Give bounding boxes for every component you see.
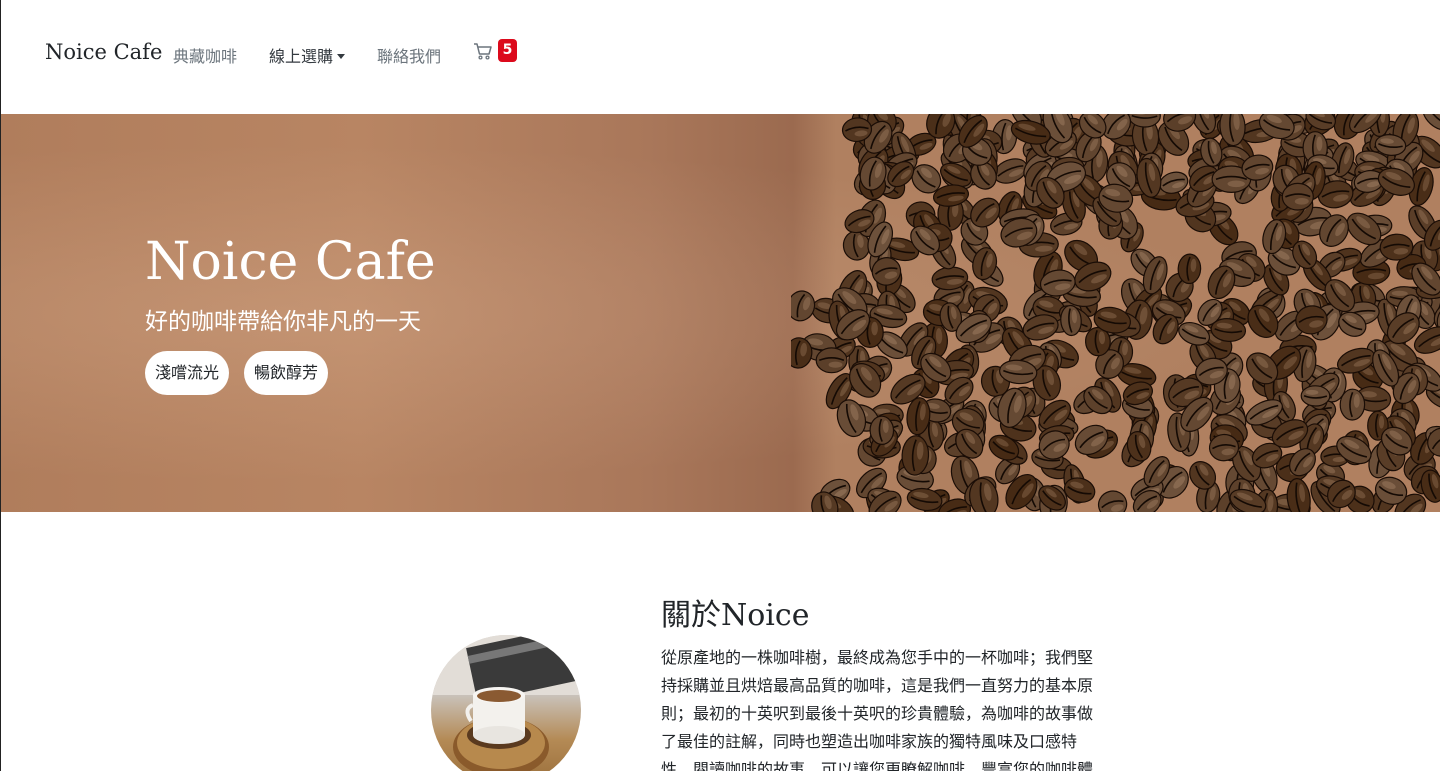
navbar: Noice Cafe 典藏咖啡 線上選購 聯絡我們 5 bbox=[1, 0, 1440, 114]
nav-link-shop-label: 線上選購 bbox=[269, 47, 334, 66]
hero-title: Noice Cafe bbox=[145, 232, 436, 292]
about-description: 從原產地的一株咖啡樹，最終成為您手中的一杯咖啡；我們堅持採購並且烘焙最高品質的咖… bbox=[661, 648, 1094, 771]
brand-logo[interactable]: Noice Cafe bbox=[45, 40, 162, 64]
coffee-beans-image bbox=[791, 114, 1440, 512]
nav-link-collection[interactable]: 典藏咖啡 bbox=[173, 43, 237, 67]
about-title: 關於Noice bbox=[661, 598, 810, 633]
nav-link-shop-dropdown[interactable]: 線上選購 bbox=[269, 43, 346, 67]
hero-button-full-roast[interactable]: 暢飲醇芳 bbox=[244, 351, 329, 395]
cart-button[interactable]: 5 bbox=[473, 39, 519, 65]
nav-link-contact[interactable]: 聯絡我們 bbox=[377, 43, 441, 67]
hero-banner: Noice Cafe 好的咖啡帶給你非凡的一天 淺嚐流光 暢飲醇芳 bbox=[1, 114, 1440, 512]
hero-subtitle: 好的咖啡帶給你非凡的一天 bbox=[145, 309, 421, 335]
caret-down-icon bbox=[337, 54, 346, 59]
cart-count-badge: 5 bbox=[498, 39, 517, 62]
about-coffee-cup-image bbox=[431, 635, 581, 771]
cart-icon bbox=[474, 43, 492, 60]
hero-button-light-roast[interactable]: 淺嚐流光 bbox=[145, 351, 230, 395]
